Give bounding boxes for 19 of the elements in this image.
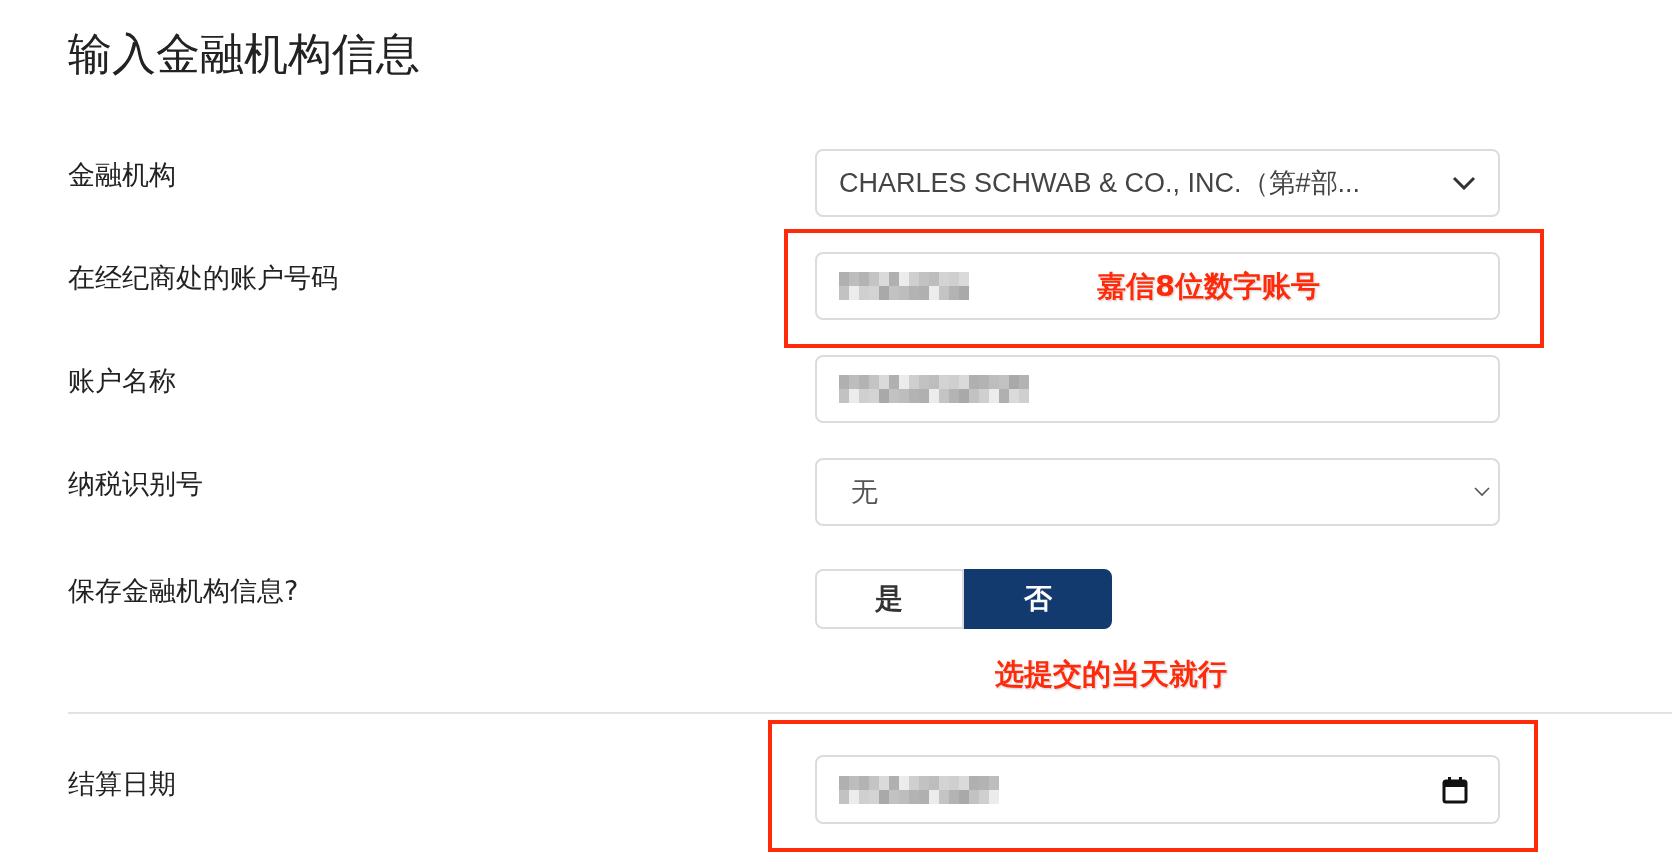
field-label: 金融机构 [68,158,177,192]
field-label: 纳税识别号 [68,467,204,501]
field-label: 账户名称 [68,364,177,398]
date-field[interactable] [815,755,1500,824]
calendar-icon[interactable] [1442,775,1468,804]
page-title: 输入金融机构信息 [68,27,420,81]
field-label: 在经纪商处的账户号码 [68,261,339,295]
field-label: 保存金融机构信息? [68,574,300,608]
annotation-text: 选提交的当天就行 [995,656,1227,693]
input-field[interactable] [815,355,1500,423]
annotation-text: 嘉信8位数字账号 [1097,268,1321,305]
toggle-option[interactable]: 是 [815,569,964,629]
input-field[interactable] [815,252,1500,320]
toggle-option[interactable]: 否 [963,569,1112,629]
chevron-down-icon [1474,487,1490,497]
chevron-down-icon [1452,176,1476,190]
field-label: 结算日期 [68,766,177,801]
tax-id-select[interactable]: 无 [815,458,1500,526]
institution-select[interactable]: CHARLES SCHWAB & CO., INC.（第#部... [815,149,1500,217]
